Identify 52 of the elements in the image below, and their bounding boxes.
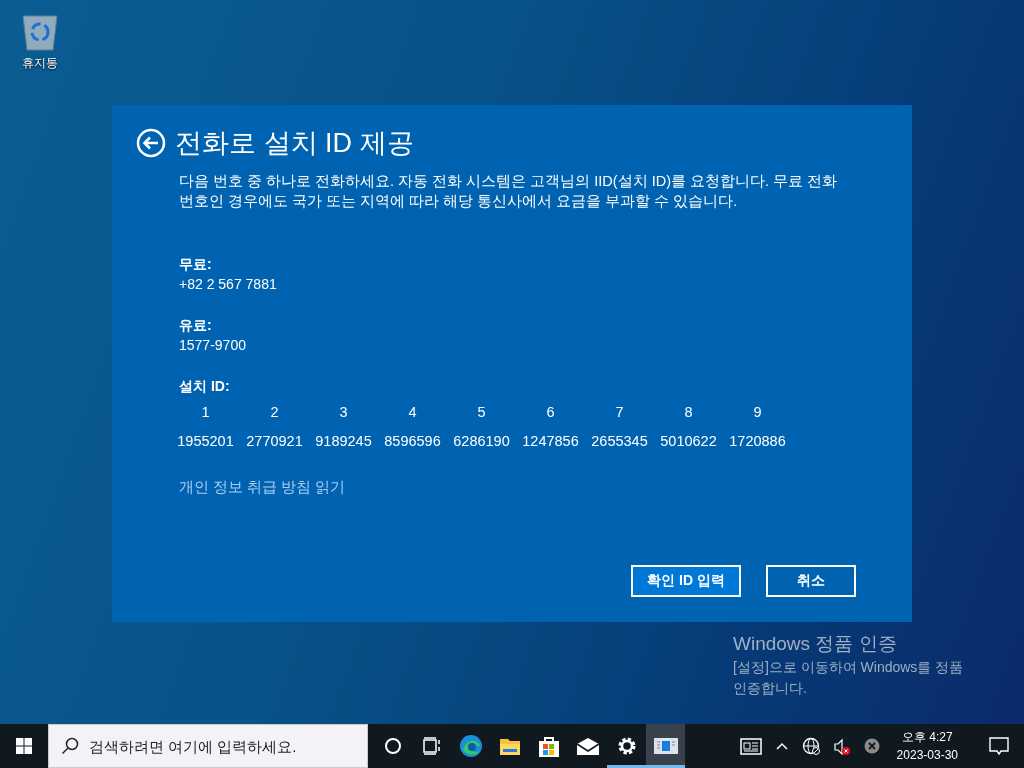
cancel-button[interactable]: 취소: [766, 565, 856, 597]
group-number: 8: [683, 403, 694, 422]
confirm-id-button[interactable]: 확인 ID 입력: [631, 565, 741, 597]
id-group-code: 8596596: [383, 432, 442, 451]
group-number: 9: [752, 403, 763, 422]
phone-number: 1577-9700: [179, 336, 247, 355]
browser-swirl-icon: [458, 734, 483, 758]
group-number: 2: [269, 403, 280, 422]
id-group-code: 5010622: [659, 432, 718, 451]
app-window-taskbar-button[interactable]: [646, 724, 685, 768]
globe-icon[interactable]: [801, 737, 820, 755]
windows-logo-icon[interactable]: [16, 738, 32, 754]
task-view-icon: [422, 737, 441, 755]
recycle-bin-icon-button[interactable]: 휴지통: [19, 10, 61, 74]
shopping-bag-icon: [537, 734, 560, 758]
envelope-icon: [575, 736, 600, 756]
group-number: 4: [407, 403, 418, 422]
activation-message: [설정]으로 이동하여 Windows를 정품 인증합니다.: [733, 658, 965, 698]
clock-time: 오후 4:27: [901, 729, 953, 746]
search-field[interactable]: 검색하려면 여기에 입력하세요.: [48, 724, 368, 768]
chevron-up-icon[interactable]: [775, 741, 788, 751]
group-number: 5: [476, 403, 487, 422]
icon-label: 휴지통: [22, 55, 58, 72]
muted-speaker-icon[interactable]: [833, 737, 850, 755]
group-number: 3: [338, 403, 349, 422]
cortana-circle-icon: [383, 737, 402, 755]
group-number: 1: [200, 403, 211, 422]
error-circle-icon[interactable]: [863, 738, 880, 754]
recycle-bin-icon: [21, 12, 59, 52]
group-number: 6: [545, 403, 556, 422]
search-icon: [61, 737, 79, 755]
id-group-code: 1720886: [728, 432, 787, 451]
description-text: 다음 번호 중 하나로 전화하세요. 자동 전화 시스템은 고객님의 IID(설치 ID)를 요청합니다. 무료 전화 번호인 경우에도 국가 또는 지역에 따라 해당 통신사에서 요금을 부과할 수 있습니다.: [179, 172, 839, 211]
id-group-code: 6286190: [452, 432, 511, 451]
privacy-link[interactable]: 개인 정보 취급 방침 읽기: [179, 478, 346, 497]
clock-date: 2023-03-30: [896, 747, 958, 764]
dialog-title: 전화로 설치 ID 제공: [175, 127, 414, 160]
clock[interactable]: 오후 4:27 2023-03-30: [890, 728, 966, 764]
id-group-code: 2655345: [590, 432, 649, 451]
newspaper-icon[interactable]: [739, 737, 762, 755]
id-group-code: 9189245: [314, 432, 373, 451]
id-group-code: 1247856: [521, 432, 580, 451]
phone-number: +82 2 567 7881: [179, 275, 278, 294]
app-window-icon: [653, 738, 678, 754]
id-group-code: 1955201: [176, 432, 235, 451]
activation-title: Windows 정품 인증: [733, 632, 898, 656]
section-label: 설치 ID:: [179, 377, 231, 396]
section-label: 무료:: [179, 255, 213, 274]
id-group-code: 2770921: [245, 432, 304, 451]
group-number: 7: [614, 403, 625, 422]
notification-icon[interactable]: [989, 736, 1009, 756]
section-label: 유료:: [179, 316, 213, 335]
